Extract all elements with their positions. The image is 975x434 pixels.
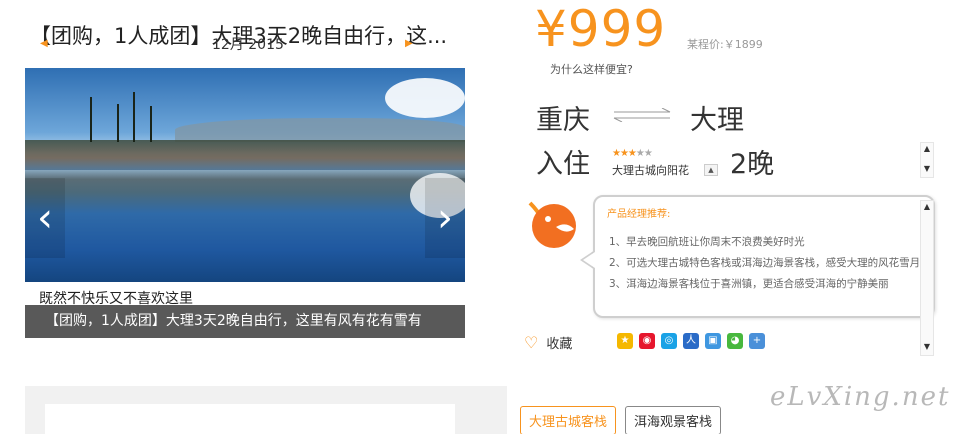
scroll-down-icon[interactable]: ▼ — [921, 341, 933, 353]
more-share-icon[interactable]: + — [749, 333, 765, 349]
weibo-icon[interactable]: ◉ — [639, 333, 655, 349]
chevron-right-icon: › — [437, 195, 453, 241]
round-trip-arrow-icon — [613, 108, 671, 122]
scroll-up-icon[interactable]: ▲ — [921, 201, 933, 213]
site-watermark: eLvXing.net — [770, 382, 951, 412]
hotel-type-tabs: 大理古城客栈 洱海观景客栈 — [520, 406, 722, 434]
why-cheap-link[interactable]: 为什么这样便宜? — [550, 61, 633, 77]
recommendation-list: 1、早去晚回航班让你周末不浪费美好时光 2、可选大理古城特色客栈或洱海边海景客栈… — [609, 233, 931, 296]
recommendation-item: 1、早去晚回航班让你周末不浪费美好时光 — [609, 236, 805, 248]
nights-count: 2晚 — [730, 149, 775, 180]
gallery-photo — [25, 68, 465, 282]
calendar-next-month-icon[interactable]: ▶ — [405, 38, 413, 49]
calendar-month-label: 12月 2015 — [212, 37, 284, 53]
favorite-label: 收藏 — [546, 337, 573, 352]
photo-gallery[interactable]: 既然不快乐又不喜欢这里 【团购，1人成团】大理3天2晚自由行，这里有风有花有雪有… — [25, 68, 465, 338]
hotel-selector[interactable]: ★★★★★ 大理古城向阳花 ▲ — [612, 148, 718, 178]
stay-label: 入住 — [536, 149, 590, 180]
route-from: 重庆 — [536, 105, 590, 136]
calendar-prev-month-icon[interactable]: ◀ — [40, 38, 48, 49]
bubble-tail-fill — [583, 252, 595, 268]
heart-icon: ♡ — [524, 333, 539, 352]
gallery-prev-button[interactable]: ‹ — [25, 178, 65, 258]
tab-erhai-view-inn[interactable]: 洱海观景客栈 — [625, 406, 722, 434]
favorite-button[interactable]: ♡ 收藏 — [524, 333, 572, 352]
qzone-icon[interactable]: ★ — [617, 333, 633, 349]
recommendation-scrollbar[interactable]: ▲ ▼ — [920, 200, 934, 356]
hotel-name: 大理古城向阳花 — [612, 164, 689, 177]
manager-bird-avatar-icon — [528, 201, 576, 248]
recommendation-item: 2、可选大理古城特色客栈或洱海边海景客栈，感受大理的风花雪月 — [609, 257, 921, 269]
scroll-down-icon[interactable]: ▼ — [921, 163, 933, 175]
tab-old-town-inn[interactable]: 大理古城客栈 — [520, 406, 617, 434]
share-bar: ★ ◉ ◎ 人 ▣ ◕ + — [617, 333, 765, 349]
date-calendar — [25, 386, 507, 434]
hotel-star-rating: ★★★★★ — [612, 148, 653, 159]
wechat-icon[interactable]: ◕ — [727, 333, 743, 349]
gallery-next-button[interactable]: › — [425, 178, 465, 258]
price: ¥999 — [535, 0, 667, 58]
photo-caption-bar: 【团购，1人成团】大理3天2晚自由行，这里有风有花有雪有 — [25, 305, 465, 338]
chevron-left-icon: ‹ — [37, 195, 53, 241]
manager-recommendation-bubble: 产品经理推荐: 1、早去晚回航班让你周末不浪费美好时光 2、可选大理古城特色客栈… — [593, 195, 935, 318]
calendar-header — [45, 404, 455, 434]
scroll-up-icon[interactable]: ▲ — [921, 143, 933, 155]
route-to: 大理 — [690, 105, 744, 136]
douban-icon[interactable]: ▣ — [705, 333, 721, 349]
stay-scrollbar[interactable]: ▲ ▼ — [920, 142, 934, 178]
tencent-weibo-icon[interactable]: ◎ — [661, 333, 677, 349]
manager-title: 产品经理推荐: — [607, 209, 671, 220]
renren-icon[interactable]: 人 — [683, 333, 699, 349]
hotel-dropdown-arrow-icon[interactable]: ▲ — [704, 164, 718, 176]
original-price: 某程价:￥1899 — [687, 38, 763, 51]
recommendation-item: 3、洱海边海景客栈位于喜洲镇，更适合感受洱海的宁静美丽 — [609, 278, 889, 290]
